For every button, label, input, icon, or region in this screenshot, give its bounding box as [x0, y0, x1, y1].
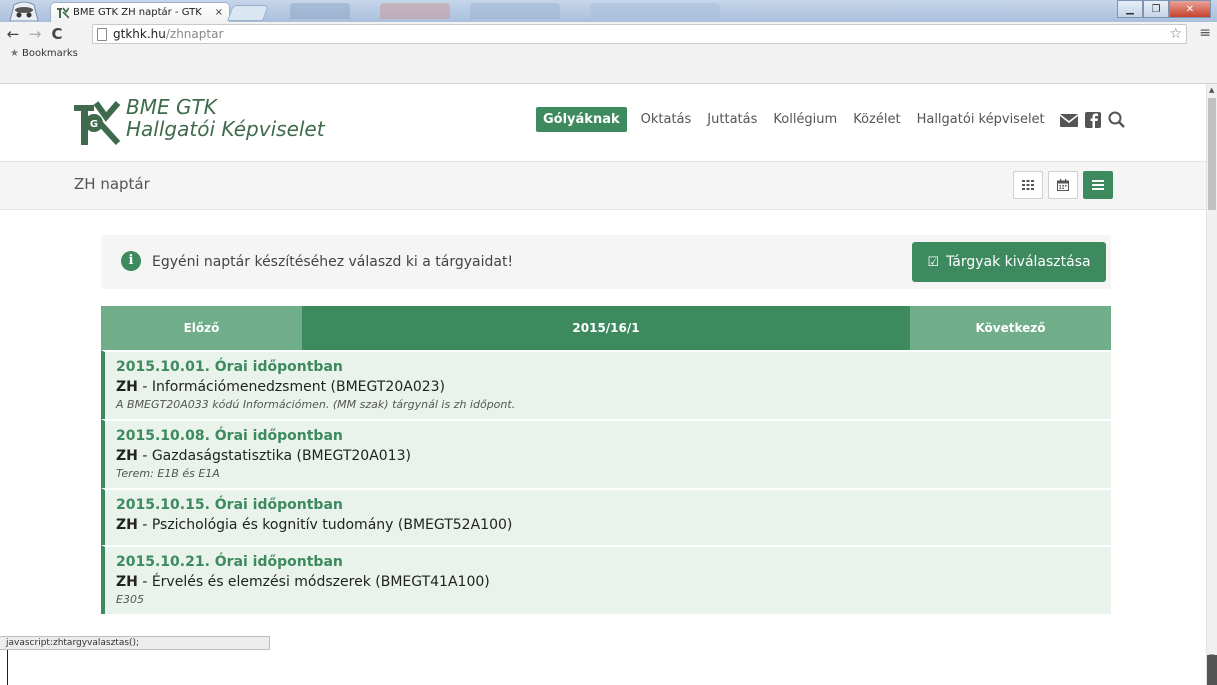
incognito-icon [9, 1, 39, 21]
page-icon [97, 27, 107, 41]
list-item: 2015.10.01. Órai időpontban ZH - Informá… [101, 350, 1111, 419]
page-viewport: G BME GTK Hallgatói Képviselet Gólyáknak… [0, 84, 1206, 685]
event-date: 2015.10.08. Órai időpontban [116, 428, 343, 444]
event-type: ZH [116, 517, 138, 533]
blurred-background [590, 3, 720, 19]
calendar-icon [1057, 179, 1069, 191]
nav-juttatas[interactable]: Juttatás [701, 107, 763, 132]
blurred-background [470, 3, 560, 19]
logo-line-1: BME GTK [126, 95, 217, 119]
nav-hallgatoi-kepviselet[interactable]: Hallgatói képviselet [911, 107, 1051, 132]
facebook-icon[interactable] [1083, 111, 1103, 129]
nav-oktatas[interactable]: Oktatás [635, 107, 698, 132]
list-item: 2015.10.21. Órai időpontban ZH - Érvelés… [101, 545, 1111, 614]
site-header: G BME GTK Hallgatói Képviselet Gólyáknak… [0, 84, 1206, 162]
scroll-up-arrow-icon[interactable]: ▲ [1209, 86, 1214, 94]
blurred-background [380, 3, 450, 19]
exam-list: 2015.10.01. Órai időpontban ZH - Informá… [101, 350, 1111, 614]
list-icon [1092, 180, 1104, 190]
tab-close-icon[interactable]: × [215, 7, 223, 18]
browser-tab-strip: BME GTK ZH naptár - GTK × ▁ ❐ ✕ [0, 0, 1217, 22]
previous-semester-button[interactable]: Előző [101, 306, 302, 350]
event-title: ZH - Pszichológia és kognitív tudomány (… [116, 515, 1111, 535]
checkbox-icon: ☑ [927, 254, 940, 270]
scroll-thumb[interactable] [1208, 98, 1216, 210]
nav-kollegium[interactable]: Kollégium [767, 107, 843, 132]
scroll-corner [1207, 655, 1217, 685]
bookmarks-bar: ★ Bookmarks [0, 46, 1217, 84]
grid-view-button[interactable] [1013, 171, 1043, 199]
bookmarks-star-icon: ★ [10, 48, 19, 59]
svg-text:G: G [90, 119, 98, 130]
view-switcher [1013, 171, 1118, 199]
browser-tab[interactable]: BME GTK ZH naptár - GTK × [50, 2, 230, 22]
gtk-logo-icon[interactable]: G [74, 99, 122, 147]
site-logo-text[interactable]: BME GTK Hallgatói Képviselet [126, 96, 325, 140]
event-subject: - Érvelés és elemzési módszerek (BMEGT41… [137, 574, 490, 590]
event-subject: - Információmenedzsment (BMEGT20A023) [137, 379, 445, 395]
envelope-icon[interactable] [1059, 111, 1079, 129]
reload-icon[interactable]: C [48, 25, 66, 43]
event-type: ZH [116, 574, 138, 590]
nav-golyaknak[interactable]: Gólyáknak [536, 107, 627, 132]
url-host: gtkhk.hu [113, 27, 166, 41]
event-note: E305 [116, 593, 144, 606]
list-item: 2015.10.15. Órai időpontban ZH - Pszicho… [101, 488, 1111, 545]
list-view-button[interactable] [1083, 171, 1113, 199]
browser-toolbar: ← → C gtkhk.hu /zhnaptar ☆ ≡ [0, 22, 1217, 46]
search-icon[interactable] [1107, 111, 1127, 129]
close-window-button[interactable]: ✕ [1169, 0, 1211, 18]
page-title: ZH naptár [74, 175, 150, 193]
bookmarks-label[interactable]: Bookmarks [22, 48, 78, 59]
event-date: 2015.10.01. Órai időpontban [116, 359, 343, 375]
address-bar[interactable]: gtkhk.hu /zhnaptar ☆ [92, 24, 1187, 44]
back-arrow-icon[interactable]: ← [4, 25, 22, 43]
select-subjects-button[interactable]: ☑ Tárgyak kiválasztása [912, 242, 1106, 282]
event-title: ZH - Információmenedzsment (BMEGT20A023) [116, 377, 1111, 397]
info-box: i Egyéni naptár készítéséhez válaszd ki … [101, 235, 1111, 289]
event-title: ZH - Érvelés és elemzési módszerek (BMEG… [116, 572, 1111, 592]
text-cursor [0, 650, 8, 685]
url-path: /zhnaptar [165, 27, 224, 41]
gtk-favicon-icon [57, 7, 69, 19]
event-type: ZH [116, 379, 138, 395]
event-subject: - Pszichológia és kognitív tudomány (BME… [137, 517, 513, 533]
forward-arrow-icon[interactable]: → [26, 25, 44, 43]
info-text: Egyéni naptár készítéséhez válaszd ki a … [152, 254, 514, 270]
event-date: 2015.10.15. Órai időpontban [116, 497, 343, 513]
minimize-button[interactable]: ▁ [1117, 0, 1143, 18]
grid-icon [1022, 180, 1034, 190]
bookmark-star-icon[interactable]: ☆ [1169, 26, 1182, 42]
list-item: 2015.10.08. Órai időpontban ZH - Gazdasá… [101, 419, 1111, 488]
maximize-button[interactable]: ❐ [1143, 0, 1169, 18]
chrome-menu-icon[interactable]: ≡ [1199, 25, 1211, 41]
event-date: 2015.10.21. Órai időpontban [116, 554, 343, 570]
select-subjects-label: Tárgyak kiválasztása [946, 254, 1091, 270]
new-tab-button[interactable] [227, 5, 269, 21]
blurred-background [290, 3, 350, 19]
logo-line-2: Hallgatói Képviselet [126, 117, 325, 141]
nav-kozelet[interactable]: Közélet [847, 107, 906, 132]
current-semester-label: 2015/16/1 [302, 306, 910, 350]
event-note: Terem: E1B és E1A [116, 467, 220, 480]
vertical-scrollbar[interactable]: ▲ ▼ [1206, 84, 1217, 685]
calendar-view-button[interactable] [1048, 171, 1078, 199]
status-bar: javascript:zhtargyvalasztas(); [0, 636, 270, 650]
event-subject: - Gazdaságstatisztika (BMEGT20A013) [137, 448, 411, 464]
info-icon: i [121, 251, 141, 271]
semester-navigation: Előző 2015/16/1 Következő [101, 306, 1111, 350]
event-note: A BMEGT20A033 kódú Információmen. (MM sz… [116, 398, 516, 411]
event-title: ZH - Gazdaságstatisztika (BMEGT20A013) [116, 446, 1111, 466]
event-type: ZH [116, 448, 138, 464]
window-controls: ▁ ❐ ✕ [1117, 0, 1211, 18]
page-title-bar: ZH naptár [0, 162, 1206, 210]
next-semester-button[interactable]: Következő [910, 306, 1111, 350]
tab-title: BME GTK ZH naptár - GTK [73, 7, 202, 18]
main-nav: Gólyáknak Oktatás Juttatás Kollégium Köz… [536, 107, 1127, 132]
